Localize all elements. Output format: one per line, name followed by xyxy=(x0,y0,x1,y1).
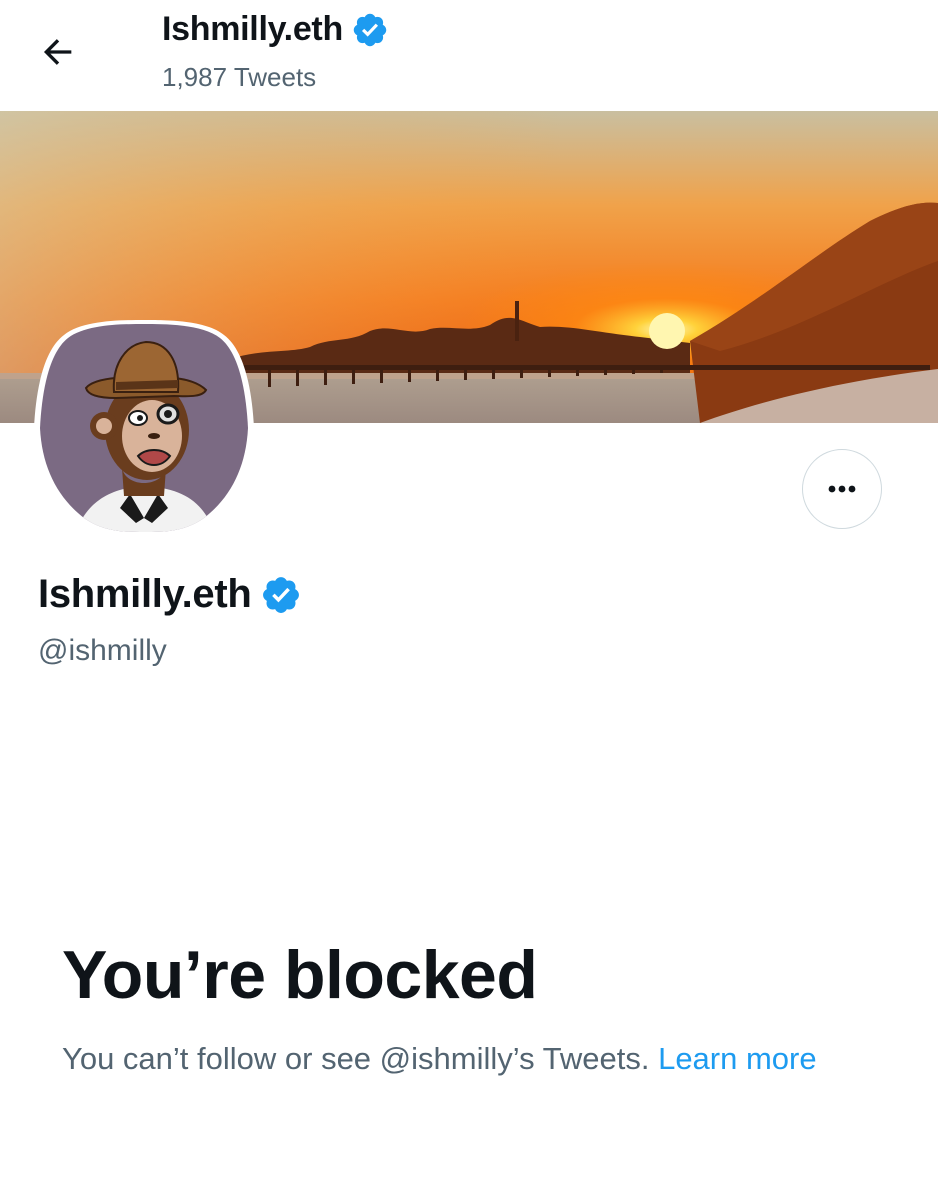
top-bar: Ishmilly.eth 1,987 Tweets xyxy=(0,0,938,110)
blocked-message-text: You can’t follow or see @ishmilly’s Twee… xyxy=(62,1041,650,1076)
blocked-title: You’re blocked xyxy=(62,937,538,1013)
profile-display-name: Ishmilly.eth xyxy=(38,572,252,616)
avatar-image xyxy=(34,320,254,538)
more-horizontal-icon xyxy=(828,485,856,493)
profile-avatar[interactable] xyxy=(34,318,254,538)
tweet-count: 1,987 Tweets xyxy=(162,62,317,92)
profile-handle: @ishmilly xyxy=(38,634,167,667)
verified-badge-icon xyxy=(353,13,387,46)
verified-badge-icon xyxy=(262,576,299,613)
profile-page: Ishmilly.eth 1,987 Tweets Ishmilly.eth @… xyxy=(0,0,938,1200)
arrow-left-icon xyxy=(43,39,72,65)
header-title-row: Ishmilly.eth xyxy=(162,10,389,49)
header-title: Ishmilly.eth xyxy=(162,10,343,48)
more-options-button[interactable] xyxy=(802,449,882,529)
profile-name-row: Ishmilly.eth xyxy=(38,572,302,617)
back-button[interactable] xyxy=(34,28,82,76)
blocked-message: You can’t follow or see @ishmilly’s Twee… xyxy=(62,1036,842,1082)
learn-more-link[interactable]: Learn more xyxy=(658,1041,817,1076)
